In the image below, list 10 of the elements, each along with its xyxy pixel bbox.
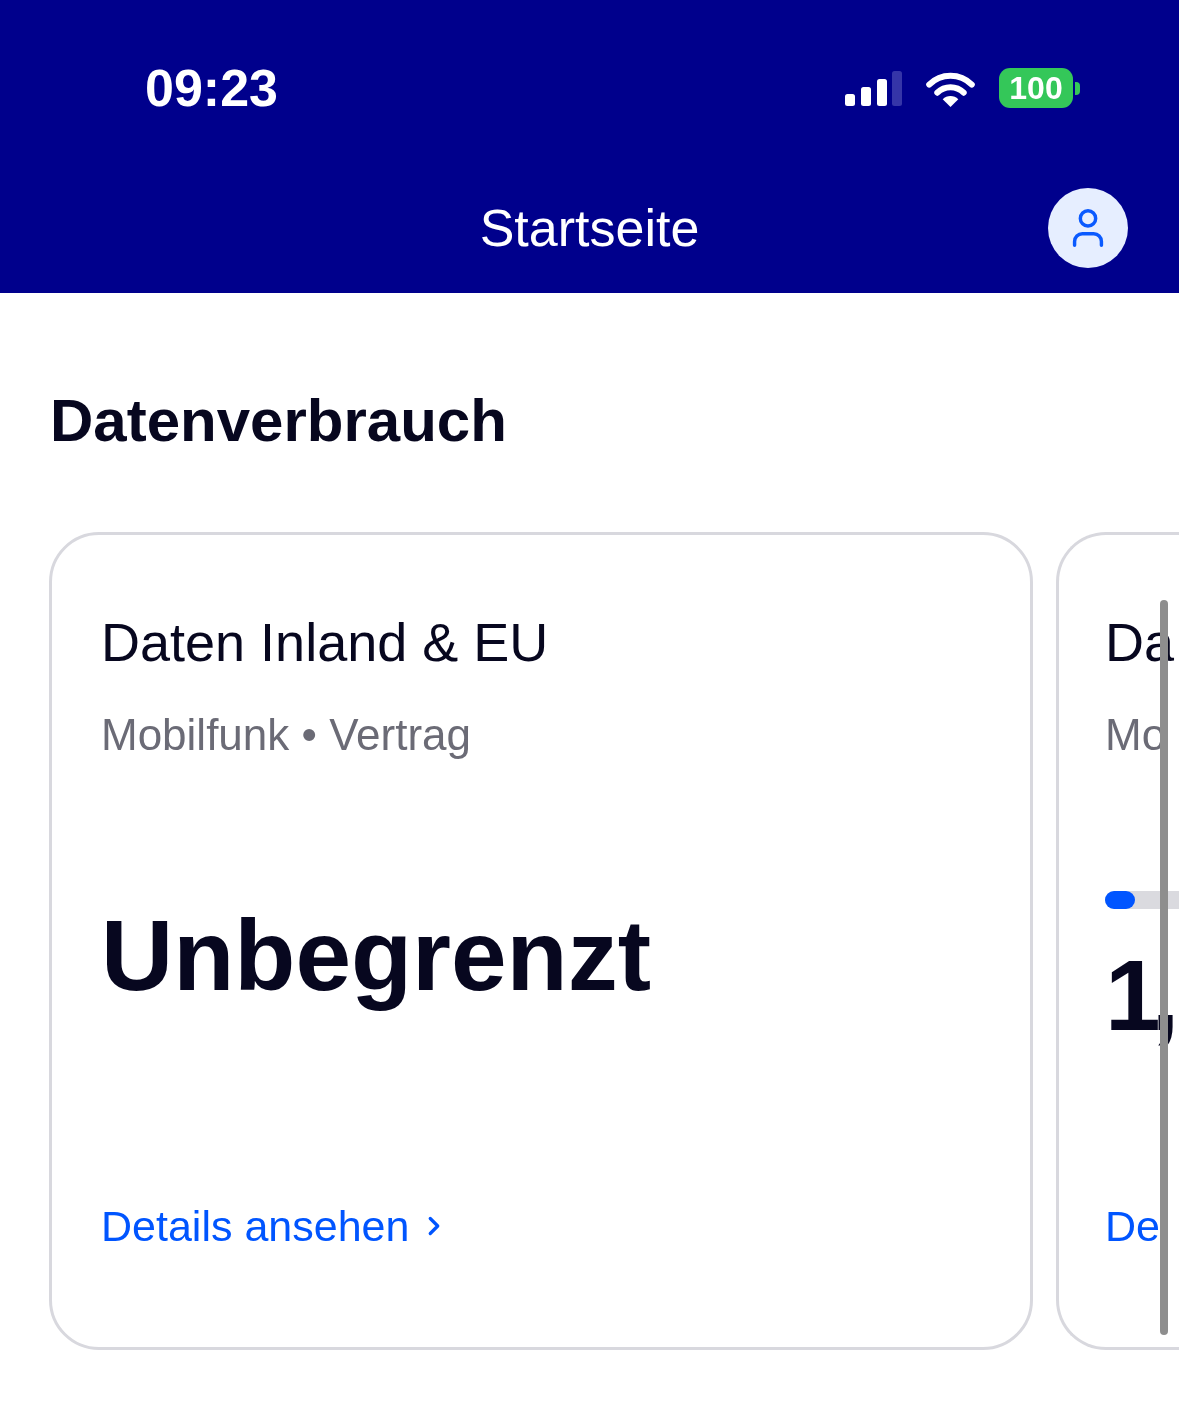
details-link[interactable]: De: [1105, 1201, 1160, 1251]
status-time: 09:23: [145, 58, 278, 118]
page-title: Startseite: [479, 198, 700, 258]
battery-indicator: 100: [999, 68, 1080, 108]
signal-icon: [845, 70, 902, 106]
card-subtitle: Mobilfunk • Vertrag: [101, 710, 472, 760]
card-title: Daten Inland & EU: [101, 612, 549, 672]
usage-value: Unbegrenzt: [101, 900, 651, 1010]
details-link[interactable]: Details ansehen: [101, 1201, 450, 1251]
section-title: Datenverbrauch: [50, 386, 508, 456]
